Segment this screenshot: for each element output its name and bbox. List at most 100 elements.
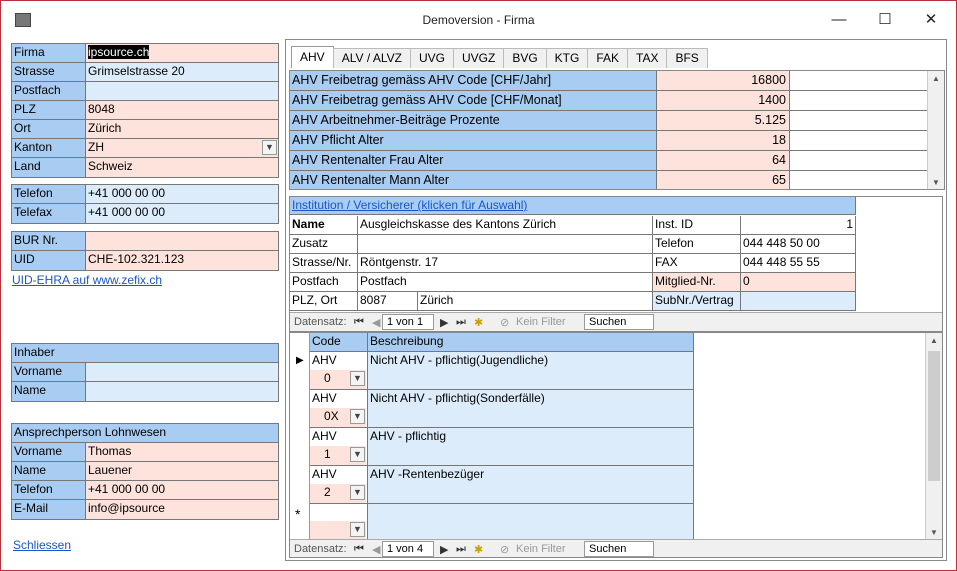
- tab-tax[interactable]: TAX: [627, 48, 668, 68]
- tab-bfs[interactable]: BFS: [666, 48, 708, 68]
- tab-bvg[interactable]: BVG: [503, 48, 547, 68]
- description-field[interactable]: AHV -Rentenbezüger: [368, 466, 694, 504]
- last-record-icon[interactable]: ⏭: [456, 543, 466, 556]
- inst-zusatz-field[interactable]: [358, 235, 653, 254]
- canton-select[interactable]: ZH ▼: [86, 139, 278, 157]
- code-select[interactable]: 1 ▼: [310, 446, 366, 465]
- search-input[interactable]: Suchen: [584, 541, 654, 557]
- record-position-input[interactable]: 1 von 1: [382, 314, 434, 330]
- filter-status[interactable]: Kein Filter: [516, 543, 566, 555]
- description-field[interactable]: AHV - pflichtig: [368, 428, 694, 466]
- inst-phone-field[interactable]: 044 448 50 00: [741, 235, 856, 254]
- inst-street-field[interactable]: Röntgenstr. 17: [358, 254, 653, 273]
- uid-field[interactable]: CHE-102.321.123: [86, 251, 278, 270]
- scroll-down-icon[interactable]: ▼: [927, 526, 941, 540]
- chevron-down-icon[interactable]: ▼: [262, 140, 277, 155]
- next-record-icon[interactable]: ▶: [440, 316, 448, 329]
- fax-field[interactable]: +41 000 00 00: [86, 204, 278, 223]
- member-no-field[interactable]: 0: [741, 273, 856, 292]
- inst-name-field[interactable]: Ausgleichskasse des Kantons Zürich: [358, 216, 653, 235]
- maximize-button[interactable]: ☐: [862, 7, 908, 35]
- inst-city-field[interactable]: Zürich: [418, 292, 653, 311]
- tab-uvg[interactable]: UVG: [409, 48, 454, 68]
- minimize-button[interactable]: —: [816, 7, 862, 35]
- contact-firstname-field[interactable]: Thomas: [86, 443, 278, 461]
- prev-record-icon[interactable]: ◀: [372, 543, 380, 556]
- ahv-scrollbar[interactable]: ▲ ▼: [927, 71, 944, 189]
- tab-ktg[interactable]: KTG: [545, 48, 589, 68]
- close-link[interactable]: Schliessen: [13, 538, 71, 552]
- street-label: Strasse: [12, 63, 86, 81]
- inst-street-label: Strasse/Nr.: [290, 254, 358, 273]
- ahv-param-value[interactable]: 18: [657, 131, 790, 150]
- zefix-link[interactable]: UID-EHRA auf www.zefix.ch: [12, 273, 162, 287]
- code-select[interactable]: 0 ▼: [310, 370, 366, 389]
- chevron-down-icon[interactable]: ▼: [350, 485, 365, 500]
- subnr-field[interactable]: [741, 292, 856, 311]
- phone-field[interactable]: +41 000 00 00: [86, 185, 278, 203]
- inst-fax-field[interactable]: 044 448 55 55: [741, 254, 856, 273]
- scroll-up-icon[interactable]: ▲: [929, 72, 943, 86]
- last-record-icon[interactable]: ⏭: [456, 316, 466, 329]
- tab-fak[interactable]: FAK: [587, 48, 629, 68]
- bur-label: BUR Nr.: [12, 232, 86, 250]
- inst-postbox-field[interactable]: Postfach: [358, 273, 653, 292]
- ahv-param-value[interactable]: 64: [657, 151, 790, 170]
- chevron-down-icon[interactable]: ▼: [350, 522, 365, 537]
- postbox-field[interactable]: [86, 82, 278, 100]
- institution-header-cell[interactable]: Institution / Versicherer (klicken für A…: [290, 197, 856, 215]
- firm-name-field[interactable]: ipsource.ch: [86, 44, 278, 62]
- chevron-down-icon[interactable]: ▼: [350, 409, 365, 424]
- description-field[interactable]: Nicht AHV - pflichtig(Sonderfälle): [368, 390, 694, 428]
- ahv-param-value[interactable]: 65: [657, 171, 790, 189]
- nav-label: Datensatz:: [294, 316, 347, 328]
- new-record-icon[interactable]: ✱: [474, 316, 483, 329]
- codes-scrollbar[interactable]: ▲ ▼: [925, 333, 942, 541]
- new-row[interactable]: ▼: [310, 504, 368, 541]
- first-record-icon[interactable]: ⏮: [354, 316, 364, 329]
- ahv-param-value[interactable]: 1400: [657, 91, 790, 110]
- search-input[interactable]: Suchen: [584, 314, 654, 330]
- code-value: 1: [324, 447, 331, 461]
- next-record-icon[interactable]: ▶: [440, 543, 448, 556]
- new-record-icon[interactable]: ✱: [474, 543, 483, 556]
- scroll-thumb[interactable]: [928, 351, 940, 481]
- tab-ahv[interactable]: AHV: [291, 46, 334, 68]
- inst-zip-field[interactable]: 8087: [358, 292, 418, 311]
- bur-field[interactable]: [86, 232, 278, 250]
- description-field[interactable]: [368, 504, 694, 541]
- code-select[interactable]: 0X ▼: [310, 408, 366, 427]
- owner-firstname-field[interactable]: [86, 363, 278, 381]
- street-field[interactable]: Grimselstrasse 20: [86, 63, 278, 81]
- chevron-down-icon[interactable]: ▼: [350, 371, 365, 386]
- prev-record-icon[interactable]: ◀: [372, 316, 380, 329]
- contact-email-field[interactable]: info@ipsource: [86, 500, 278, 519]
- filter-icon: ⊘: [500, 317, 510, 329]
- inst-id-field[interactable]: 1: [741, 216, 856, 235]
- city-field[interactable]: Zürich: [86, 120, 278, 138]
- ahv-param-value[interactable]: 16800: [657, 71, 790, 90]
- institution-select-link[interactable]: Institution / Versicherer (klicken für A…: [292, 198, 527, 212]
- code-select[interactable]: 2 ▼: [310, 484, 366, 503]
- code-select[interactable]: ▼: [310, 521, 366, 540]
- first-record-icon[interactable]: ⏮: [354, 543, 364, 556]
- chevron-down-icon[interactable]: ▼: [350, 447, 365, 462]
- institution-section: Institution / Versicherer (klicken für A…: [289, 196, 943, 332]
- tab-uvgz[interactable]: UVGZ: [452, 48, 505, 68]
- country-field[interactable]: Schweiz: [86, 158, 278, 177]
- contact-phone-field[interactable]: +41 000 00 00: [86, 481, 278, 499]
- ahv-param-label: AHV Rentenalter Mann Alter: [290, 171, 657, 189]
- tab-alv[interactable]: ALV / ALVZ: [332, 48, 411, 68]
- record-position-input[interactable]: 1 von 4: [382, 541, 434, 557]
- owner-name-field[interactable]: [86, 382, 278, 401]
- scroll-up-icon[interactable]: ▲: [927, 334, 941, 348]
- code-column-header[interactable]: Code: [310, 333, 368, 352]
- description-field[interactable]: Nicht AHV - pflichtig(Jugendliche): [368, 352, 694, 390]
- ahv-param-value[interactable]: 5.125: [657, 111, 790, 130]
- close-button[interactable]: ✕: [908, 7, 954, 35]
- scroll-down-icon[interactable]: ▼: [929, 176, 943, 189]
- filter-status[interactable]: Kein Filter: [516, 316, 566, 328]
- description-column-header[interactable]: Beschreibung: [368, 333, 694, 352]
- zip-field[interactable]: 8048: [86, 101, 278, 119]
- contact-name-field[interactable]: Lauener: [86, 462, 278, 480]
